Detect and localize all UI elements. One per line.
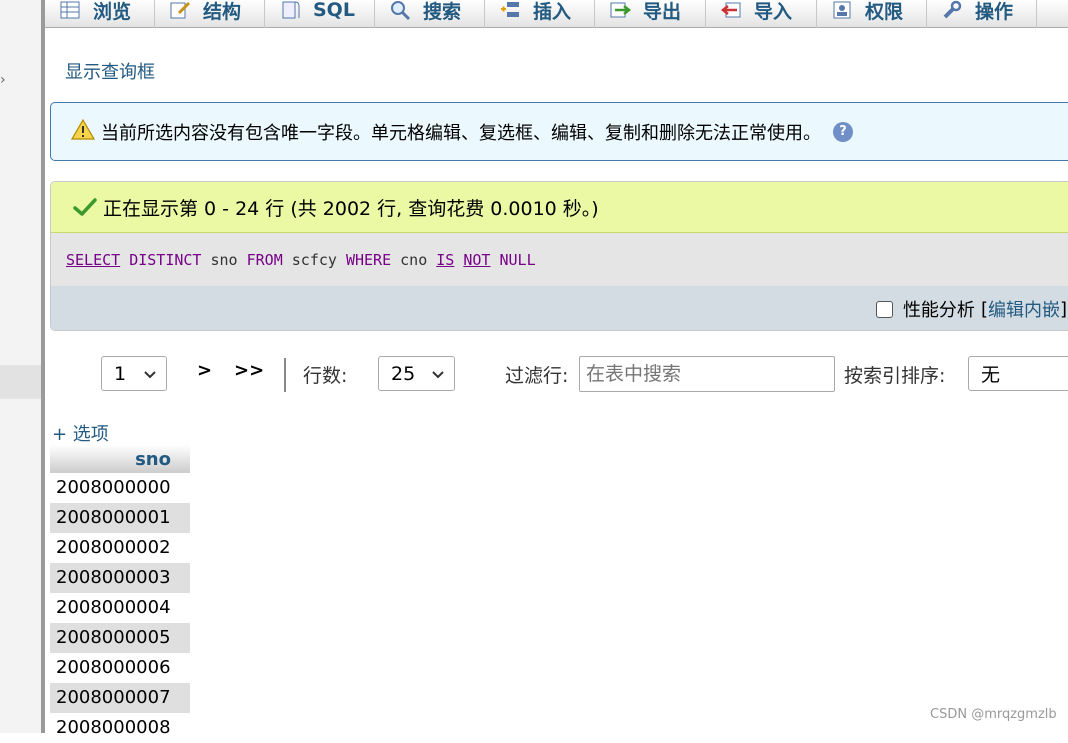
browse-icon <box>59 0 81 21</box>
sort-by-key-label: 按索引排序: <box>844 365 946 387</box>
edit-inline-link[interactable]: 编辑内嵌 <box>988 296 1060 322</box>
sql-identifier <box>490 251 499 269</box>
sort-by-key-select[interactable]: 无 <box>968 356 1068 391</box>
query-result-panel: 正在显示第 0 - 24 行 (共 2002 行, 查询花费 0.0010 秒。… <box>50 181 1068 331</box>
checkmark-icon <box>73 197 97 217</box>
success-message: 正在显示第 0 - 24 行 (共 2002 行, 查询花费 0.0010 秒。… <box>51 182 1068 233</box>
insert-icon <box>499 0 521 21</box>
profiling-label: 性能分析 <box>902 300 975 321</box>
table-row[interactable]: 2008000006 <box>50 653 190 683</box>
operations-icon <box>941 0 963 21</box>
tab-label: 导出 <box>643 0 682 23</box>
sql-keyword: FROM <box>246 250 283 269</box>
import-icon <box>720 0 742 21</box>
sql-keyword[interactable]: SELECT <box>66 251 120 269</box>
table-row[interactable]: 2008000000 <box>50 473 190 503</box>
sql-identifier: cno <box>391 250 437 269</box>
tab-label: SQL <box>313 0 355 21</box>
table-row[interactable]: 2008000008 <box>50 713 190 743</box>
result-table: sno 2008000000 2008000001 2008000002 200800… <box>50 445 190 743</box>
table-row[interactable]: 2008000001 <box>50 503 190 533</box>
sql-identifier <box>120 251 129 269</box>
tab-label: 权限 <box>865 0 904 23</box>
tab-label: 结构 <box>203 0 242 23</box>
sql-icon <box>279 0 301 21</box>
tab-export[interactable]: 导出 <box>595 0 706 28</box>
sql-query[interactable]: SELECT DISTINCT sno FROM scfcy WHERE cno… <box>51 233 1068 286</box>
chevron-down-icon <box>142 366 158 388</box>
edit-inline-bracket-close: ] <box>1059 298 1067 320</box>
tab-sql[interactable]: SQL <box>265 0 375 28</box>
result-message-text: 正在显示第 0 - 24 行 (共 2002 行, 查询花费 0.0010 秒。… <box>103 197 599 220</box>
sql-keyword: NULL <box>499 250 536 269</box>
table-row[interactable]: 2008000004 <box>50 593 190 623</box>
sidebar-resize-handle[interactable] <box>41 0 45 733</box>
help-icon[interactable]: ? <box>833 121 853 142</box>
rows-per-page-value: 25 <box>391 362 416 385</box>
privileges-icon <box>831 0 853 21</box>
sidebar-collapse-icon[interactable]: › <box>0 72 6 88</box>
page-select[interactable]: 1 <box>101 356 167 391</box>
sql-keyword: DISTINCT <box>129 250 202 269</box>
sql-keyword: WHERE <box>345 250 392 269</box>
tab-structure[interactable]: 结构 <box>155 0 265 28</box>
unique-field-notice: 当前所选内容没有包含唯一字段。单元格编辑、复选框、编辑、复制和删除无法正常使用。… <box>50 102 1068 161</box>
page-select-value: 1 <box>114 362 127 385</box>
tab-label: 浏览 <box>93 0 132 23</box>
chevron-down-icon <box>430 366 446 388</box>
sort-by-key-value: 无 <box>981 364 1001 386</box>
column-header-sno[interactable]: sno <box>50 445 190 473</box>
sidebar-selected-item[interactable] <box>0 365 42 399</box>
profiling-bar: 性能分析 [ 编辑内嵌 ] <box>51 286 1068 330</box>
table-row[interactable]: 2008000003 <box>50 563 190 593</box>
tab-operations[interactable]: 操作 <box>927 0 1037 28</box>
pagination-divider <box>284 358 286 392</box>
show-query-box-link[interactable]: 显示查询框 <box>65 58 155 84</box>
watermark: CSDN @mrqzgmzlb <box>930 707 1057 722</box>
sql-identifier <box>454 251 463 269</box>
top-tabs: 浏览 结构 SQL 搜索 插入 导出 导入 权限 操作 <box>45 0 1068 28</box>
tab-insert[interactable]: 插入 <box>485 0 595 28</box>
sql-keyword[interactable]: NOT <box>463 251 490 269</box>
sql-identifier: scfcy <box>282 250 346 269</box>
warning-icon <box>70 118 96 145</box>
rows-per-page-select[interactable]: 25 <box>378 356 455 391</box>
tab-search[interactable]: 搜索 <box>375 0 485 28</box>
filter-rows-label: 过滤行: <box>505 365 569 387</box>
navigation-sidebar: › <box>0 0 42 733</box>
tab-browse[interactable]: 浏览 <box>45 0 155 28</box>
sql-keyword[interactable]: IS <box>436 251 454 269</box>
sql-identifier: sno <box>201 250 247 269</box>
search-icon <box>389 0 411 21</box>
tab-label: 操作 <box>975 0 1014 23</box>
tab-label: 搜索 <box>423 0 462 23</box>
tab-import[interactable]: 导入 <box>706 0 817 28</box>
filter-rows-input[interactable] <box>579 356 835 392</box>
tab-label: 插入 <box>533 0 572 23</box>
table-row[interactable]: 2008000007 <box>50 683 190 713</box>
edit-inline-bracket-open: [ <box>980 298 988 320</box>
notice-text: 当前所选内容没有包含唯一字段。单元格编辑、复选框、编辑、复制和删除无法正常使用。 <box>101 122 821 144</box>
table-row[interactable]: 2008000005 <box>50 623 190 653</box>
next-page-button[interactable]: > <box>197 360 212 381</box>
tab-label: 导入 <box>754 0 793 23</box>
structure-icon <box>169 0 191 21</box>
table-row[interactable]: 2008000002 <box>50 533 190 563</box>
last-page-button[interactable]: >> <box>234 360 264 381</box>
export-icon <box>609 0 631 21</box>
tab-privileges[interactable]: 权限 <box>817 0 927 28</box>
options-link[interactable]: + 选项 <box>52 420 109 446</box>
rows-label: 行数: <box>303 365 348 387</box>
profiling-checkbox[interactable] <box>875 300 893 318</box>
